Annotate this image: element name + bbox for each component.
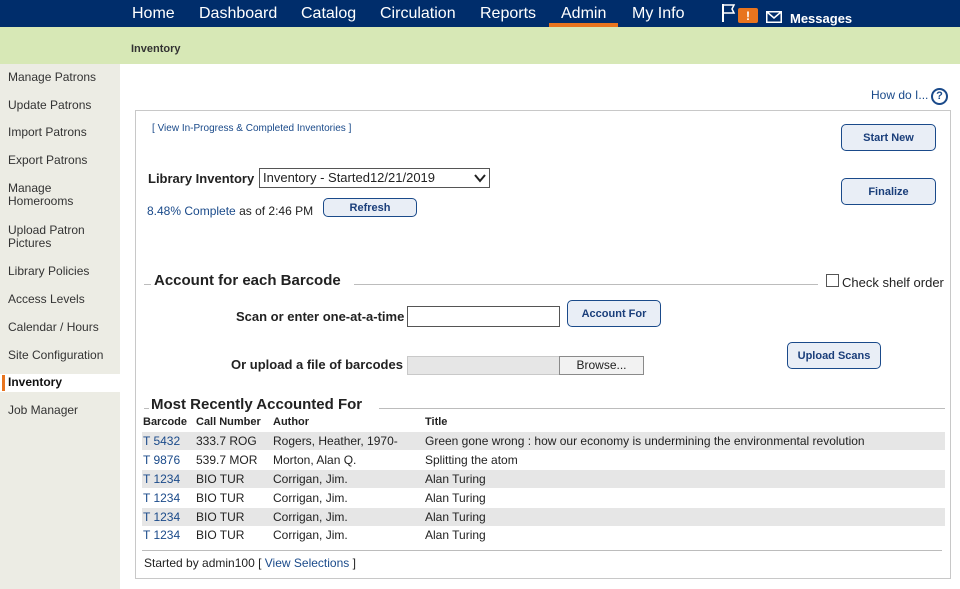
nav-catalog[interactable]: Catalog bbox=[301, 0, 356, 27]
author-cell: Corrigan, Jim. bbox=[273, 528, 348, 542]
alert-badge-text: ! bbox=[746, 9, 750, 23]
sidebar-item-calendar-hours[interactable]: Calendar / Hours bbox=[8, 321, 118, 334]
account-section-title: Account for each Barcode bbox=[154, 272, 341, 289]
check-shelf-order-label: Check shelf order bbox=[842, 275, 944, 290]
title-cell: Green gone wrong : how our economy is un… bbox=[425, 434, 865, 448]
percent-complete-link[interactable]: 8.48% Complete bbox=[147, 204, 236, 218]
sidebar-active-indicator bbox=[2, 375, 5, 391]
col-author: Author bbox=[273, 416, 310, 428]
recent-rule-right bbox=[379, 408, 945, 409]
barcode-scan-input[interactable] bbox=[407, 306, 560, 327]
section-rule-left bbox=[144, 284, 151, 285]
flag-alert-icon[interactable]: ! bbox=[720, 3, 758, 23]
nav-home[interactable]: Home bbox=[132, 0, 175, 27]
chevron-down-icon bbox=[474, 174, 486, 183]
author-cell: Corrigan, Jim. bbox=[273, 491, 348, 505]
help-question-icon[interactable]: ? bbox=[931, 88, 948, 105]
footer-rule bbox=[142, 550, 942, 551]
view-selections-link[interactable]: View Selections bbox=[265, 556, 350, 570]
sidebar-item-import-patrons[interactable]: Import Patrons bbox=[8, 126, 118, 139]
col-call-number: Call Number bbox=[196, 416, 261, 428]
bracket-close: ] bbox=[345, 123, 352, 134]
recent-section-title: Most Recently Accounted For bbox=[151, 396, 363, 413]
view-in-progress-completed-link[interactable]: View In-Progress & Completed Inventories bbox=[158, 123, 346, 134]
sidebar-item-inventory[interactable]: Inventory bbox=[8, 376, 118, 389]
inventory-select-value: Inventory - Started12/21/2019 bbox=[263, 170, 436, 185]
how-do-i-link[interactable]: How do I... bbox=[871, 88, 928, 102]
sidebar: Manage Patrons Update Patrons Import Pat… bbox=[0, 64, 120, 589]
table-row: T 5432 333.7 ROG Rogers, Heather, 1970- … bbox=[142, 432, 945, 450]
call-number-cell: BIO TUR bbox=[196, 491, 245, 505]
nav-reports[interactable]: Reports bbox=[480, 0, 536, 27]
account-for-button[interactable]: Account For bbox=[567, 300, 661, 327]
author-cell: Corrigan, Jim. bbox=[273, 472, 348, 486]
nav-circulation[interactable]: Circulation bbox=[380, 0, 456, 27]
col-barcode: Barcode bbox=[143, 416, 188, 428]
barcode-cell[interactable]: T 1234 bbox=[143, 472, 180, 486]
as-of-time: as of 2:46 PM bbox=[239, 204, 314, 218]
author-cell: Rogers, Heather, 1970- bbox=[273, 434, 398, 448]
browse-button[interactable]: Browse... bbox=[559, 356, 644, 375]
breadcrumb: Inventory bbox=[131, 43, 181, 55]
bracket-close: ] bbox=[349, 556, 356, 570]
refresh-button[interactable]: Refresh bbox=[323, 198, 417, 217]
upload-file-label: Or upload a file of barcodes bbox=[231, 357, 403, 372]
table-row: T 1234 BIO TUR Corrigan, Jim. Alan Turin… bbox=[142, 526, 945, 544]
title-cell: Alan Turing bbox=[425, 472, 486, 486]
sub-header: Inventory bbox=[0, 27, 960, 64]
title-cell: Alan Turing bbox=[425, 491, 486, 505]
title-cell: Alan Turing bbox=[425, 528, 486, 542]
author-cell: Corrigan, Jim. bbox=[273, 510, 348, 524]
table-row: T 1234 BIO TUR Corrigan, Jim. Alan Turin… bbox=[142, 508, 945, 526]
sidebar-item-library-policies[interactable]: Library Policies bbox=[8, 265, 118, 278]
sidebar-item-upload-patron-pictures[interactable]: Upload Patron Pictures bbox=[8, 224, 100, 250]
table-row: T 1234 BIO TUR Corrigan, Jim. Alan Turin… bbox=[142, 489, 945, 507]
sidebar-item-job-manager[interactable]: Job Manager bbox=[8, 404, 118, 417]
upload-scans-button[interactable]: Upload Scans bbox=[787, 342, 881, 369]
started-by-text: Started by admin100 bbox=[144, 556, 255, 570]
bracket-open: [ bbox=[258, 556, 265, 570]
nav-dashboard[interactable]: Dashboard bbox=[199, 0, 277, 27]
finalize-button[interactable]: Finalize bbox=[841, 178, 936, 205]
call-number-cell: BIO TUR bbox=[196, 528, 245, 542]
mail-icon[interactable] bbox=[766, 11, 782, 23]
title-cell: Alan Turing bbox=[425, 510, 486, 524]
title-cell: Splitting the atom bbox=[425, 453, 518, 467]
barcode-cell[interactable]: T 5432 bbox=[143, 434, 180, 448]
sidebar-item-update-patrons[interactable]: Update Patrons bbox=[8, 99, 118, 112]
start-new-button[interactable]: Start New bbox=[841, 124, 936, 151]
progress-status: 8.48% Complete as of 2:46 PM bbox=[147, 204, 313, 218]
scan-label: Scan or enter one-at-a-time bbox=[236, 309, 405, 324]
table-row: T 9876 539.7 MOR Morton, Alan Q. Splitti… bbox=[142, 451, 945, 469]
recent-rule-left bbox=[144, 408, 149, 409]
sidebar-item-access-levels[interactable]: Access Levels bbox=[8, 293, 118, 306]
check-shelf-order-checkbox[interactable] bbox=[826, 274, 839, 287]
call-number-cell: 539.7 MOR bbox=[196, 453, 258, 467]
barcode-cell[interactable]: T 1234 bbox=[143, 510, 180, 524]
call-number-cell: 333.7 ROG bbox=[196, 434, 257, 448]
sidebar-item-manage-patrons[interactable]: Manage Patrons bbox=[8, 71, 118, 84]
view-inventories-link-wrap: [ View In-Progress & Completed Inventori… bbox=[152, 123, 351, 134]
top-navigation: Home Dashboard Catalog Circulation Repor… bbox=[0, 0, 960, 27]
sidebar-item-export-patrons[interactable]: Export Patrons bbox=[8, 154, 118, 167]
call-number-cell: BIO TUR bbox=[196, 510, 245, 524]
file-path-field[interactable] bbox=[407, 356, 560, 375]
table-row: T 1234 BIO TUR Corrigan, Jim. Alan Turin… bbox=[142, 470, 945, 488]
barcode-cell[interactable]: T 9876 bbox=[143, 453, 180, 467]
nav-my-info[interactable]: My Info bbox=[632, 0, 684, 27]
barcode-cell[interactable]: T 1234 bbox=[143, 528, 180, 542]
barcode-cell[interactable]: T 1234 bbox=[143, 491, 180, 505]
section-rule-right bbox=[354, 284, 818, 285]
call-number-cell: BIO TUR bbox=[196, 472, 245, 486]
sidebar-item-site-configuration[interactable]: Site Configuration bbox=[8, 349, 118, 362]
author-cell: Morton, Alan Q. bbox=[273, 453, 357, 467]
col-title: Title bbox=[425, 416, 448, 428]
inventory-select[interactable]: Inventory - Started12/21/2019 bbox=[259, 168, 490, 188]
library-inventory-label: Library Inventory bbox=[148, 171, 255, 186]
started-by-line: Started by admin100 [ View Selections ] bbox=[144, 556, 356, 570]
sidebar-item-manage-homerooms[interactable]: Manage Homerooms bbox=[8, 182, 88, 208]
